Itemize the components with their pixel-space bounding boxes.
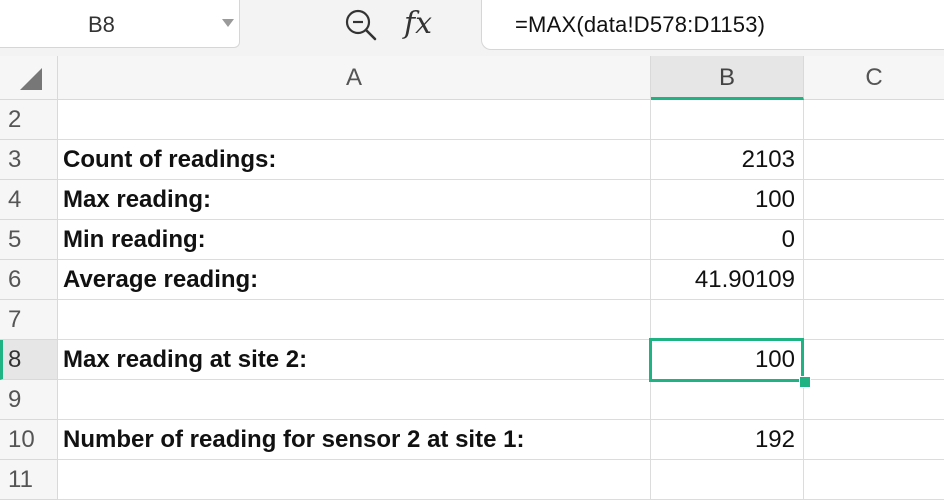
cell-a9[interactable] <box>58 380 651 420</box>
formula-bar: B8 fx =MAX(data!D578:D1153) <box>0 0 944 56</box>
cell-c10[interactable] <box>804 420 944 460</box>
cell-a7[interactable] <box>58 300 651 340</box>
cell-b5[interactable]: 0 <box>651 220 804 260</box>
spreadsheet-grid: A B C 2 3 Count of readings: 2103 4 Max … <box>0 56 944 502</box>
cell-b7[interactable] <box>651 300 804 340</box>
select-all-corner[interactable] <box>0 56 58 100</box>
cell-a4[interactable]: Max reading: <box>58 180 651 220</box>
cell-a6[interactable]: Average reading: <box>58 260 651 300</box>
cell-c2[interactable] <box>804 100 944 140</box>
cell-c8[interactable] <box>804 340 944 380</box>
table-row: 11 <box>0 460 944 500</box>
cell-b4[interactable]: 100 <box>651 180 804 220</box>
table-row: 5 Min reading: 0 <box>0 220 944 260</box>
select-all-icon <box>20 68 42 90</box>
fill-handle[interactable] <box>799 376 811 388</box>
row-header[interactable]: 4 <box>0 180 58 220</box>
cell-b6[interactable]: 41.90109 <box>651 260 804 300</box>
row-header[interactable]: 9 <box>0 380 58 420</box>
formula-text: =MAX(data!D578:D1153) <box>515 12 766 37</box>
cell-c7[interactable] <box>804 300 944 340</box>
table-row: 6 Average reading: 41.90109 <box>0 260 944 300</box>
cell-a5[interactable]: Min reading: <box>58 220 651 260</box>
name-box-value: B8 <box>88 12 115 37</box>
row-header[interactable]: 6 <box>0 260 58 300</box>
row-header[interactable]: 5 <box>0 220 58 260</box>
formula-input[interactable]: =MAX(data!D578:D1153) <box>481 0 944 50</box>
column-header-a[interactable]: A <box>58 56 651 100</box>
cell-c9[interactable] <box>804 380 944 420</box>
table-row: 3 Count of readings: 2103 <box>0 140 944 180</box>
table-row: 4 Max reading: 100 <box>0 180 944 220</box>
row-header[interactable]: 8 <box>0 340 58 380</box>
cell-b3[interactable]: 2103 <box>651 140 804 180</box>
table-row: 10 Number of reading for sensor 2 at sit… <box>0 420 944 460</box>
row-header[interactable]: 10 <box>0 420 58 460</box>
cell-c6[interactable] <box>804 260 944 300</box>
cell-b11[interactable] <box>651 460 804 500</box>
row-header[interactable]: 3 <box>0 140 58 180</box>
cell-b9[interactable] <box>651 380 804 420</box>
cell-b10[interactable]: 192 <box>651 420 804 460</box>
fx-icon[interactable]: fx <box>404 6 432 41</box>
row-header[interactable]: 11 <box>0 460 58 500</box>
table-row: 7 <box>0 300 944 340</box>
column-header-c[interactable]: C <box>804 56 944 100</box>
cell-a2[interactable] <box>58 100 651 140</box>
cell-c5[interactable] <box>804 220 944 260</box>
chevron-down-icon[interactable] <box>222 19 234 27</box>
column-header-b[interactable]: B <box>651 56 804 100</box>
cell-a8[interactable]: Max reading at site 2: <box>58 340 651 380</box>
name-box[interactable]: B8 <box>0 0 240 48</box>
cell-b8[interactable]: 100 <box>651 340 804 380</box>
row-header[interactable]: 7 <box>0 300 58 340</box>
cell-b2[interactable] <box>651 100 804 140</box>
cell-a3[interactable]: Count of readings: <box>58 140 651 180</box>
cell-a11[interactable] <box>58 460 651 500</box>
row-header[interactable]: 2 <box>0 100 58 140</box>
table-row: 8 Max reading at site 2: 100 <box>0 340 944 380</box>
cell-c11[interactable] <box>804 460 944 500</box>
zoom-icon[interactable] <box>342 6 380 44</box>
cell-a10[interactable]: Number of reading for sensor 2 at site 1… <box>58 420 651 460</box>
cell-c4[interactable] <box>804 180 944 220</box>
table-row: 2 <box>0 100 944 140</box>
cell-c3[interactable] <box>804 140 944 180</box>
